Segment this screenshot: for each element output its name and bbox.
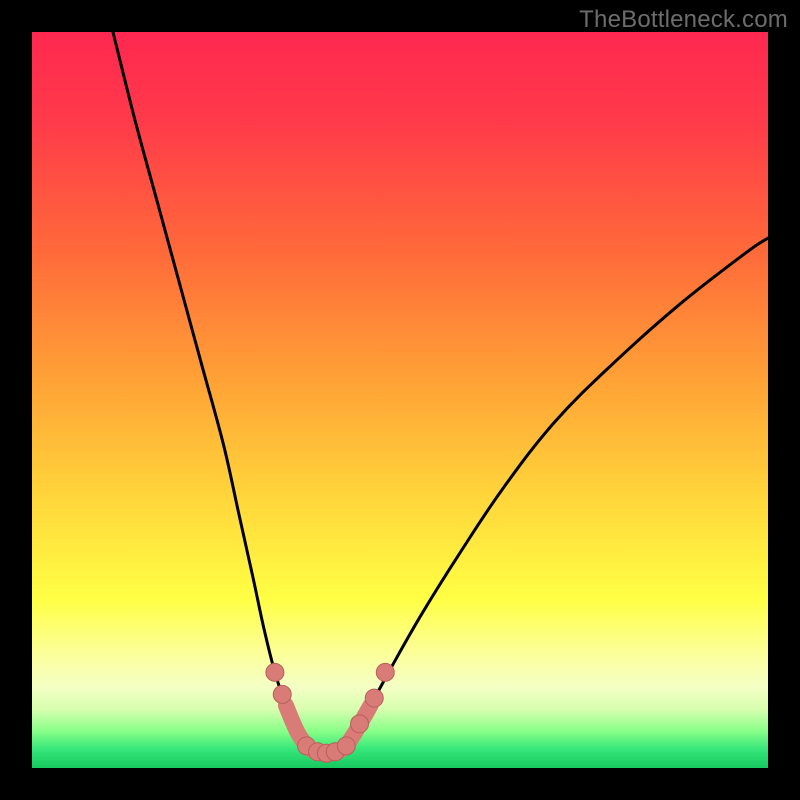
- watermark-text: TheBottleneck.com: [579, 6, 788, 34]
- data-marker: [337, 737, 355, 755]
- data-marker: [365, 689, 383, 707]
- data-marker: [376, 663, 394, 681]
- plot-area: [32, 32, 768, 768]
- data-marker: [273, 685, 291, 703]
- chart-svg: [32, 32, 768, 768]
- chart-frame: TheBottleneck.com: [0, 0, 800, 800]
- data-marker: [266, 663, 284, 681]
- data-marker: [351, 715, 369, 733]
